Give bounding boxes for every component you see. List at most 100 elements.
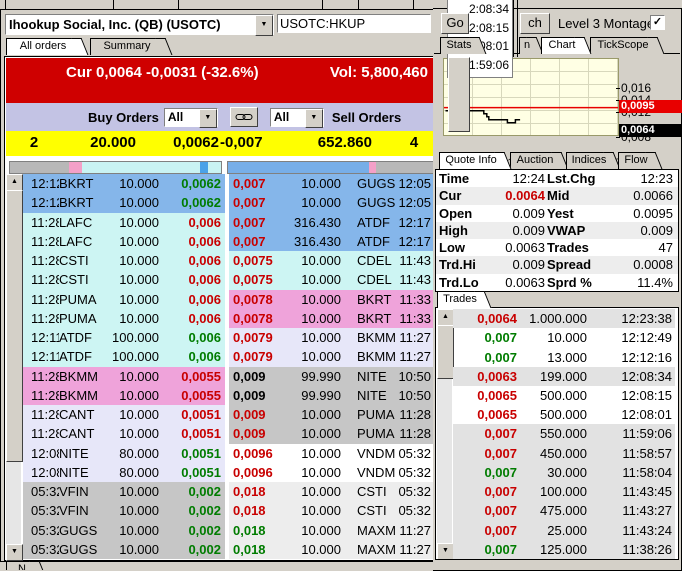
- trades-scrollbar[interactable]: ▲ ▼: [437, 309, 452, 558]
- scroll-up-icon[interactable]: ▲: [437, 309, 454, 326]
- search-button-label: ch: [528, 15, 542, 30]
- trade-row[interactable]: 0,007450.00011:58:57: [453, 444, 675, 463]
- tab-auction[interactable]: Auction: [510, 152, 560, 169]
- search-button-clipped[interactable]: ch: [520, 13, 550, 34]
- sell-mm: CDEL: [349, 272, 395, 287]
- tab-flow[interactable]: Flow: [618, 152, 654, 169]
- tab-all-orders[interactable]: All orders: [6, 38, 80, 55]
- trade-size: 1.000.000: [517, 311, 587, 326]
- symbol-dropdown[interactable]: Ihookup Social, Inc. (QB) (USOTC) ▼: [5, 14, 274, 35]
- buy-size: 10.000: [105, 292, 169, 307]
- scroll-down-icon[interactable]: ▼: [437, 543, 454, 560]
- trade-row[interactable]: 0,00641.000.00012:23:38: [453, 309, 675, 328]
- scroll-up-icon[interactable]: ▲: [6, 174, 23, 191]
- scrollbar-thumb[interactable]: [6, 190, 23, 462]
- sell-order-row[interactable]: 0,007510.000CDEL11:43: [229, 251, 433, 270]
- scroll-down-icon[interactable]: ▼: [6, 544, 23, 561]
- sell-filter-select[interactable]: All ▼: [270, 108, 324, 127]
- tab-summary[interactable]: Summary: [90, 38, 164, 55]
- buy-order-row[interactable]: 11:28PUMA10.0000,006: [23, 309, 225, 328]
- sell-order-row[interactable]: 0,00710.000GUGS12:05: [229, 174, 433, 193]
- quote-label: VWAP: [547, 223, 609, 238]
- buy-order-row[interactable]: 11:28CANT10.0000,0051: [23, 405, 225, 424]
- tab-quote-info[interactable]: Quote Info: [439, 152, 503, 169]
- tab-trades[interactable]: Trades: [437, 291, 483, 308]
- sell-order-row[interactable]: 0,007316.430ATDF12:17: [229, 232, 433, 251]
- news-tab-clipped[interactable]: N: [6, 561, 46, 570]
- link-orders-button[interactable]: [230, 107, 258, 127]
- sell-order-row[interactable]: 0,007810.000BKRT11:33: [229, 290, 433, 309]
- quote-value: 0.0066: [609, 188, 675, 203]
- dropdown-arrow-icon[interactable]: ▼: [199, 109, 217, 128]
- sell-time: 11:28: [395, 426, 433, 441]
- buy-order-row[interactable]: 11:28LAFC10.0000,006: [23, 213, 225, 232]
- montage-scrollbar[interactable]: ▲ ▼: [6, 174, 21, 559]
- sell-order-row[interactable]: 0,00710.000GUGS12:05: [229, 193, 433, 212]
- trade-row[interactable]: 0,00730.00011:58:04: [453, 463, 675, 482]
- buy-order-row[interactable]: 12:08NITE80.0000,0051: [23, 463, 225, 482]
- tab-stats[interactable]: Stats: [440, 37, 478, 54]
- buy-orders-label: Buy Orders: [88, 110, 159, 125]
- tab-indices[interactable]: Indices: [566, 152, 612, 169]
- sell-order-row[interactable]: 0,009610.000VNDM05:32: [229, 463, 433, 482]
- sell-order-row[interactable]: 0,01810.000MAXM11:27: [229, 521, 433, 540]
- trade-row[interactable]: 0,007100.00011:43:45: [453, 482, 675, 501]
- buy-filter-select[interactable]: All ▼: [164, 108, 218, 127]
- trade-row[interactable]: 0,00713.00012:12:16: [453, 347, 675, 366]
- trade-row[interactable]: 0,0065500.00012:08:01: [453, 405, 675, 424]
- buy-order-row[interactable]: 12:11ATDF100.0000,006: [23, 347, 225, 366]
- trade-row[interactable]: 0,007550.00011:59:06: [453, 424, 675, 443]
- buy-order-row[interactable]: 12:08NITE80.0000,0051: [23, 444, 225, 463]
- sell-order-row[interactable]: 0,007910.000BKMM11:27: [229, 328, 433, 347]
- sell-order-row[interactable]: 0,01810.000CSTI05:32: [229, 482, 433, 501]
- buy-order-row[interactable]: 11:28CANT10.0000,0051: [23, 424, 225, 443]
- trade-row[interactable]: 0,007125.00011:38:26: [453, 540, 675, 559]
- buy-order-row[interactable]: 11:28CSTI10.0000,006: [23, 270, 225, 289]
- buy-order-row[interactable]: 11:28LAFC10.0000,006: [23, 232, 225, 251]
- sell-order-row[interactable]: 0,007510.000CDEL11:43: [229, 270, 433, 289]
- sell-order-row[interactable]: 0,009610.000VNDM05:32: [229, 444, 433, 463]
- sell-size: 10.000: [281, 484, 349, 499]
- buy-order-row[interactable]: 05:32GUGS10.0000,002: [23, 521, 225, 540]
- tab-tickscope[interactable]: TickScope: [590, 37, 656, 54]
- trade-row[interactable]: 0,00710.00012:12:49: [453, 328, 675, 347]
- trade-row[interactable]: 0,00725.00011:43:24: [453, 520, 675, 539]
- scrollbar-thumb[interactable]: [437, 325, 454, 379]
- level3-checkbox[interactable]: ✓: [650, 15, 665, 30]
- buy-order-row[interactable]: 12:12BKRT10.0000,0062: [23, 174, 225, 193]
- sell-order-row[interactable]: 0,01810.000MAXM11:27: [229, 540, 433, 559]
- buy-order-row[interactable]: 11:28BKMM10.0000,0055: [23, 386, 225, 405]
- buy-order-row[interactable]: 05:32VFIN10.0000,002: [23, 501, 225, 520]
- trade-time: 12:08:15: [587, 388, 675, 403]
- buy-order-row[interactable]: 11:28PUMA10.0000,006: [23, 290, 225, 309]
- trade-row[interactable]: 0,0063199.00012:08:34: [453, 367, 675, 386]
- sell-order-row[interactable]: 0,00910.000PUMA11:28: [229, 424, 433, 443]
- buy-order-row[interactable]: 11:28BKMM10.0000,0055: [23, 367, 225, 386]
- level1-summary-bar: 2 20.000 0,0062 -0,007 652.860 4: [6, 131, 433, 156]
- sell-order-row[interactable]: 0,007810.000BKRT11:33: [229, 309, 433, 328]
- buy-order-row[interactable]: 05:32VFIN10.0000,002: [23, 482, 225, 501]
- overlay-scrollbar[interactable]: [448, 57, 470, 132]
- buy-order-row[interactable]: 05:32GUGS10.0000,002: [23, 540, 225, 559]
- buy-order-row[interactable]: 11:28CSTI10.0000,006: [23, 251, 225, 270]
- buy-time: 05:32: [23, 503, 59, 518]
- tab-chart[interactable]: Chart: [541, 37, 583, 54]
- sell-order-row[interactable]: 0,00999.990NITE10:50: [229, 367, 433, 386]
- sell-order-row[interactable]: 0,00910.000PUMA11:28: [229, 405, 433, 424]
- buy-price: 0,0051: [169, 407, 225, 422]
- dropdown-arrow-icon[interactable]: ▼: [305, 109, 323, 128]
- sell-order-row[interactable]: 0,007316.430ATDF12:17: [229, 213, 433, 232]
- trade-row[interactable]: 0,0065500.00012:08:15: [453, 386, 675, 405]
- sell-time: 05:32: [395, 465, 433, 480]
- sell-order-row[interactable]: 0,007910.000BKMM11:27: [229, 347, 433, 366]
- trade-row[interactable]: 0,007475.00011:43:27: [453, 501, 675, 520]
- tab-clipped-left[interactable]: n: [519, 37, 535, 54]
- buy-order-row[interactable]: 12:12BKRT10.0000,0062: [23, 193, 225, 212]
- dropdown-arrow-icon[interactable]: ▼: [255, 15, 273, 36]
- sell-order-row[interactable]: 0,01810.000CSTI05:32: [229, 501, 433, 520]
- buy-order-row[interactable]: 12:11ATDF100.0000,006: [23, 328, 225, 347]
- buy-mm: NITE: [59, 446, 105, 461]
- symbol-input[interactable]: [277, 14, 431, 33]
- go-button[interactable]: Go: [441, 13, 469, 34]
- sell-order-row[interactable]: 0,00999.990NITE10:50: [229, 386, 433, 405]
